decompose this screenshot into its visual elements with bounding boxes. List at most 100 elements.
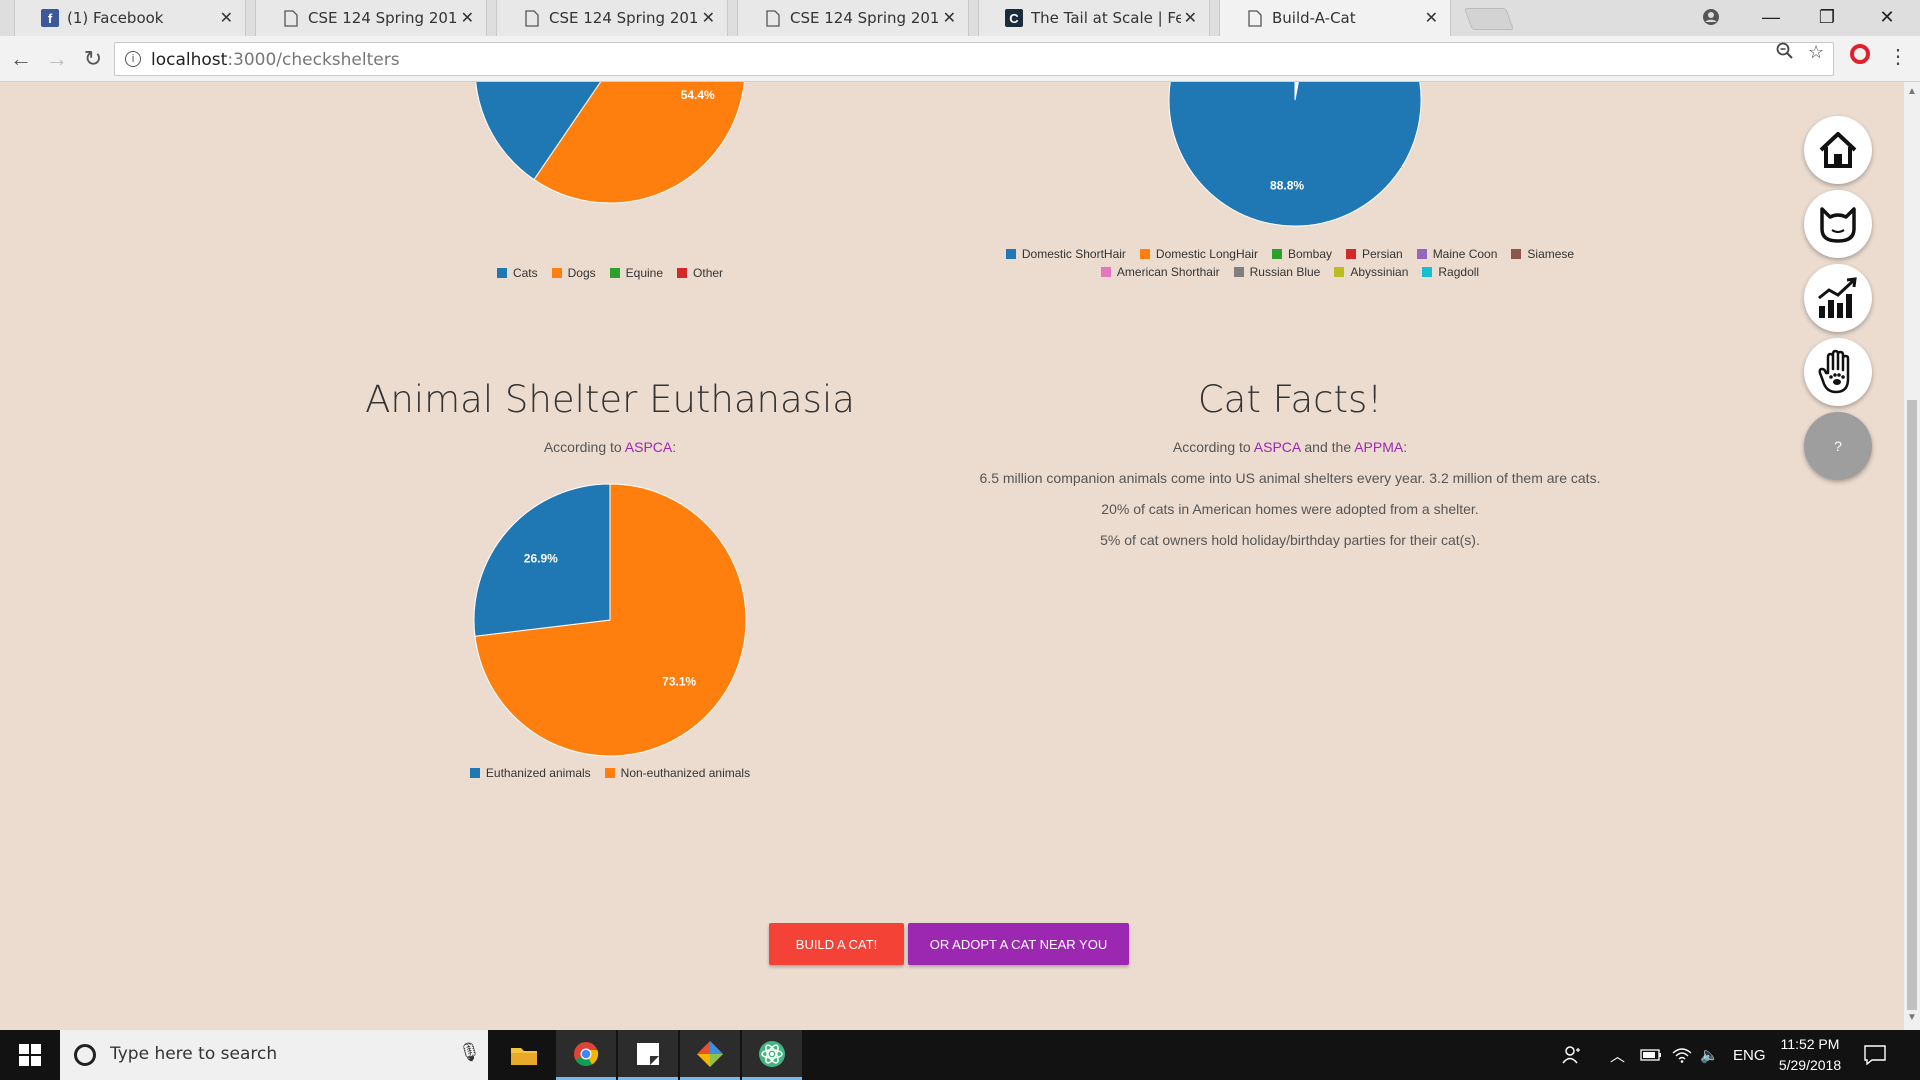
close-icon[interactable]: ✕ xyxy=(702,8,715,28)
close-icon[interactable]: ✕ xyxy=(943,8,956,28)
notes-app-button[interactable] xyxy=(618,1030,678,1080)
legend-item[interactable]: Siamese xyxy=(1511,247,1574,261)
legend-label: Equine xyxy=(625,266,664,280)
legend-item[interactable]: Bombay xyxy=(1271,247,1332,261)
windows-taskbar: Type here to search 🎙 ︿ 🔈 ENG 11:52 PM 5… xyxy=(0,1030,1920,1080)
forward-icon[interactable]: → xyxy=(42,44,72,74)
system-clock[interactable]: 11:52 PM 5/29/2018 xyxy=(1770,1034,1850,1076)
help-button[interactable]: ? xyxy=(1804,412,1872,480)
info-icon[interactable]: i xyxy=(125,51,141,67)
tab-build-a-cat[interactable]: Build-A-Cat ✕ xyxy=(1219,0,1451,36)
help-label: ? xyxy=(1834,438,1842,454)
menu-icon[interactable]: ⋮ xyxy=(1888,44,1908,69)
legend-swatch xyxy=(469,768,480,778)
bookmark-star-icon[interactable]: ☆ xyxy=(1808,42,1824,63)
search-placeholder: Type here to search xyxy=(110,1044,278,1064)
tab-cse124-3[interactable]: CSE 124 Spring 2018, Ge ✕ xyxy=(737,0,969,36)
profile-icon[interactable] xyxy=(1684,0,1738,34)
build-a-cat-button[interactable]: BUILD A CAT! xyxy=(769,923,904,965)
scrollbar-thumb[interactable] xyxy=(1907,400,1917,1010)
git-diamond-icon xyxy=(697,1040,723,1067)
legend-item[interactable]: Abyssinian xyxy=(1334,265,1408,279)
scroll-down-icon[interactable]: ▼ xyxy=(1907,1012,1917,1023)
windows-logo-icon xyxy=(19,1044,41,1066)
chrome-button[interactable] xyxy=(556,1030,616,1080)
url-text[interactable]: localhost:3000/checkshelters xyxy=(151,50,400,70)
back-icon[interactable]: ← xyxy=(6,44,36,74)
language-indicator[interactable]: ENG xyxy=(1733,1030,1766,1080)
tab-cse124-1[interactable]: CSE 124 Spring 2018, Ge ✕ xyxy=(255,0,487,36)
microphone-icon[interactable]: 🎙 xyxy=(458,1042,481,1063)
home-button[interactable] xyxy=(1804,116,1872,184)
start-button[interactable] xyxy=(0,1030,60,1080)
stats-button[interactable] xyxy=(1804,264,1872,332)
pie-slice[interactable] xyxy=(1168,82,1422,227)
close-icon[interactable]: ✕ xyxy=(220,8,233,28)
action-center-icon[interactable] xyxy=(1864,1030,1886,1080)
tab-cse124-2[interactable]: CSE 124 Spring 2018, Ge ✕ xyxy=(496,0,728,36)
atom-app-button[interactable] xyxy=(742,1030,802,1080)
legend-item[interactable]: Domestic LongHair xyxy=(1139,247,1258,261)
git-app-button[interactable] xyxy=(680,1030,740,1080)
euthanasia-title: Animal Shelter Euthanasia xyxy=(365,378,855,421)
show-hidden-icons-icon[interactable]: ︿ xyxy=(1610,1030,1625,1080)
legend-item[interactable]: Maine Coon xyxy=(1416,247,1497,261)
aspca-link[interactable]: ASPCA xyxy=(1254,439,1301,455)
new-tab-button[interactable] xyxy=(1463,8,1515,30)
cat-fact-1: 6.5 million companion animals come into … xyxy=(979,470,1601,486)
cat-fact-2: 20% of cats in American homes were adopt… xyxy=(1101,501,1479,517)
legend-item[interactable]: Russian Blue xyxy=(1233,265,1320,279)
legend-item[interactable]: Domestic ShortHair xyxy=(1005,247,1126,261)
pie-value-label: 54.4% xyxy=(681,88,715,102)
legend-item[interactable]: Cats xyxy=(496,266,538,280)
legend-item[interactable]: American Shorthair xyxy=(1100,265,1220,279)
legend-label: Non-euthanized animals xyxy=(620,766,751,780)
close-window-icon[interactable]: ✕ xyxy=(1860,0,1914,34)
clock-date: 5/29/2018 xyxy=(1778,1057,1842,1073)
cat-button[interactable] xyxy=(1804,190,1872,258)
opera-extension-icon[interactable] xyxy=(1850,44,1870,64)
legend-swatch xyxy=(1005,249,1016,259)
legend-item[interactable]: Persian xyxy=(1346,247,1403,261)
restore-icon[interactable]: ❐ xyxy=(1800,0,1854,34)
tab-title: CSE 124 Spring 2018, Ge xyxy=(790,9,940,27)
tab-facebook[interactable]: f (1) Facebook ✕ xyxy=(14,0,246,36)
legend-item[interactable]: Equine xyxy=(609,266,664,280)
address-bar[interactable]: i localhost:3000/checkshelters xyxy=(114,42,1834,76)
taskbar-search[interactable]: Type here to search 🎙 xyxy=(60,1030,488,1080)
document-icon xyxy=(523,9,541,27)
legend-item[interactable]: Dogs xyxy=(551,266,596,280)
close-icon[interactable]: ✕ xyxy=(461,8,474,28)
pie-value-label: 88.8% xyxy=(1270,178,1304,192)
euthanasia-source: According to ASPCA: xyxy=(543,439,677,455)
close-icon[interactable]: ✕ xyxy=(1184,8,1197,28)
legend-label: Ragdoll xyxy=(1438,265,1480,279)
zoom-icon[interactable] xyxy=(1776,42,1794,65)
atom-icon xyxy=(759,1040,785,1067)
pie-value-label: 73.1% xyxy=(662,674,696,688)
appma-link[interactable]: APPMA xyxy=(1354,439,1403,455)
legend-label: Persian xyxy=(1362,247,1403,261)
minimize-icon[interactable]: — xyxy=(1744,0,1798,34)
legend-item[interactable]: Other xyxy=(677,266,723,280)
c-logo-icon: C xyxy=(1005,9,1023,27)
adopt-a-cat-button[interactable]: OR ADOPT A CAT NEAR YOU xyxy=(908,923,1129,965)
legend-label: Dogs xyxy=(567,266,596,280)
file-explorer-button[interactable] xyxy=(494,1030,554,1080)
people-icon[interactable] xyxy=(1562,1030,1582,1080)
tab-title: CSE 124 Spring 2018, Ge xyxy=(308,9,458,27)
paw-hand-button[interactable] xyxy=(1804,338,1872,406)
legend-item[interactable]: Euthanized animals xyxy=(469,766,591,780)
legend-item[interactable]: Non-euthanized animals xyxy=(604,766,751,780)
page-scrollbar[interactable]: ▲ ▼ xyxy=(1904,82,1920,1030)
scroll-up-icon[interactable]: ▲ xyxy=(1907,86,1917,97)
close-icon[interactable]: ✕ xyxy=(1425,8,1438,28)
legend-item[interactable]: Ragdoll xyxy=(1422,265,1479,279)
aspca-link[interactable]: ASPCA xyxy=(625,439,672,455)
legend-label: Cats xyxy=(512,266,538,280)
wifi-icon[interactable] xyxy=(1672,1030,1692,1080)
volume-icon[interactable]: 🔈 xyxy=(1700,1030,1719,1080)
battery-icon[interactable] xyxy=(1640,1030,1662,1080)
reload-icon[interactable]: ↻ xyxy=(78,44,108,74)
tab-tail-at-scale[interactable]: C The Tail at Scale | Februar ✕ xyxy=(978,0,1210,36)
